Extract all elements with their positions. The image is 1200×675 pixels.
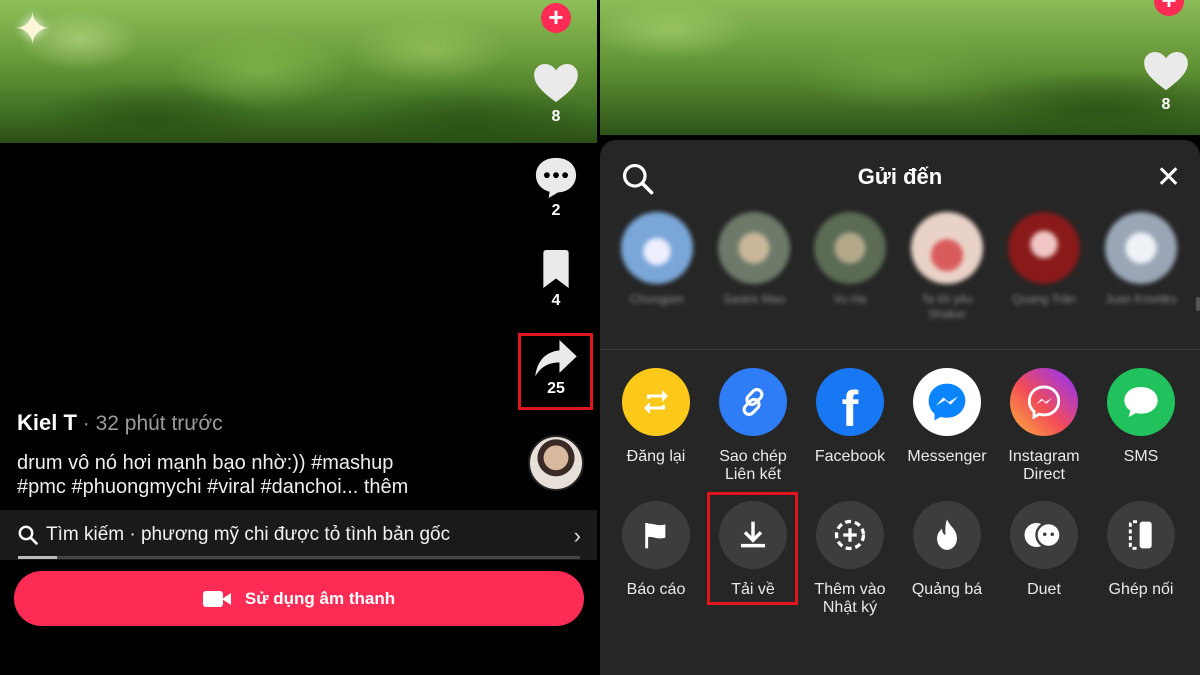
scrollbar[interactable]: [1196, 297, 1200, 311]
sound-avatar[interactable]: [528, 435, 584, 491]
comment-action[interactable]: 2: [520, 156, 592, 220]
follow-plus-button[interactable]: +: [541, 3, 571, 33]
like-count-right: 8: [1161, 96, 1171, 113]
video-caption: drum vô nó hơi mạnh bạo nhờ:)) #mashup #…: [17, 451, 497, 499]
repost-icon: [622, 368, 690, 436]
link-icon: [719, 368, 787, 436]
friend-contact[interactable]: Ta tôi yêu Shaker: [911, 212, 983, 322]
friend-contact[interactable]: Quang Trần: [1008, 212, 1080, 307]
stitch-icon: [1107, 501, 1175, 569]
repost-label: Đăng lại: [626, 448, 686, 465]
download-highlight-box: [707, 492, 798, 605]
search-icon: [18, 525, 38, 545]
repost-button[interactable]: Đăng lại: [606, 368, 706, 466]
heart-icon: [534, 64, 578, 103]
friend-contact[interactable]: Juan Kmeliks: [1105, 212, 1177, 307]
messenger-label: Messenger: [907, 448, 987, 465]
friend-avatar: [911, 212, 983, 284]
copy-link-label: Sao chép Liên kết: [719, 448, 787, 483]
duet-label: Duet: [1027, 581, 1061, 598]
add-story-icon: [816, 501, 884, 569]
video-progress-fill: [18, 556, 58, 559]
stitch-button[interactable]: Ghép nối: [1091, 501, 1191, 599]
video-camera-icon: [202, 589, 233, 609]
save-action[interactable]: 4: [520, 250, 592, 310]
caption-line-2[interactable]: #pmc #phuongmychi #viral #danchoi... thê…: [17, 475, 497, 499]
promote-label: Quảng bá: [911, 581, 983, 598]
stitch-label: Ghép nối: [1108, 581, 1174, 598]
add-to-story-label: Thêm vào Nhật ký: [814, 581, 886, 616]
instagram-direct-button[interactable]: Instagram Direct: [994, 368, 1094, 484]
video-frame-dimmed[interactable]: [600, 0, 1200, 135]
sparkle-icon: ✦: [14, 5, 51, 54]
sms-icon: [1107, 368, 1175, 436]
sms-button[interactable]: SMS: [1091, 368, 1191, 466]
sheet-title: Gửi đến: [857, 164, 943, 189]
chevron-right-icon: ›: [573, 523, 581, 548]
video-progress-bar[interactable]: [18, 556, 580, 559]
share-highlight-box: [518, 333, 593, 410]
like-count: 8: [551, 108, 561, 125]
instagram-direct-icon: [1010, 368, 1078, 436]
friend-name: Saskis Mau: [722, 292, 786, 306]
friend-name: Chongjam: [629, 292, 685, 306]
friend-avatar: [1105, 212, 1177, 284]
author-line: Kiel T · 32 phút trước: [17, 410, 223, 436]
friend-name: Vu Ha: [833, 292, 867, 306]
like-action-right[interactable]: 8: [1130, 52, 1200, 114]
messenger-button[interactable]: Messenger: [897, 368, 997, 466]
friend-avatar: [814, 212, 886, 284]
friend-avatar: [1008, 212, 1080, 284]
bookmark-icon: [543, 250, 569, 288]
friend-contact[interactable]: Chongjam: [621, 212, 693, 307]
add-to-story-button[interactable]: Thêm vào Nhật ký: [800, 501, 900, 617]
heart-icon: [1144, 52, 1188, 91]
use-sound-label: Sử dụng âm thanh: [244, 588, 396, 608]
close-icon[interactable]: ✕: [1156, 160, 1181, 195]
author-name[interactable]: Kiel T: [17, 410, 77, 435]
video-feed-panel: ✦ + 8 2 4 25 Kiel T · 32 phút trước drum…: [0, 0, 597, 675]
comment-icon: [535, 157, 577, 198]
friend-avatar: [621, 212, 693, 284]
friend-name: Quang Trần: [1012, 292, 1076, 306]
friend-name: Ta tôi yêu Shaker: [921, 292, 973, 321]
use-sound-button[interactable]: Sử dụng âm thanh: [14, 571, 584, 626]
copy-link-button[interactable]: Sao chép Liên kết: [703, 368, 803, 484]
post-time: · 32 phút trước: [76, 412, 223, 435]
report-label: Báo cáo: [626, 581, 686, 598]
facebook-icon: f: [816, 368, 884, 437]
duet-icon: [1010, 501, 1078, 569]
video-frame[interactable]: [0, 0, 597, 143]
like-action[interactable]: 8: [520, 64, 592, 126]
caption-line-1: drum vô nó hơi mạnh bạo nhờ:)) #mashup: [17, 452, 394, 474]
report-button[interactable]: Báo cáo: [606, 501, 706, 599]
promote-button[interactable]: Quảng bá: [897, 501, 997, 599]
friend-avatar: [718, 212, 790, 284]
share-sheet-panel: + 8 Gửi đến ✕ Chongjam Saskis Mau Vu Ha …: [600, 0, 1200, 675]
save-count: 4: [551, 292, 561, 309]
facebook-button[interactable]: f Facebook: [800, 368, 900, 466]
duet-button[interactable]: Duet: [994, 501, 1094, 599]
friend-contact[interactable]: Vu Ha: [814, 212, 886, 307]
facebook-label: Facebook: [814, 448, 886, 465]
flag-icon: [622, 501, 690, 569]
friend-name: Juan Kmeliks: [1105, 292, 1177, 306]
comment-count: 2: [551, 202, 561, 219]
sms-label: SMS: [1123, 448, 1159, 465]
divider: [600, 349, 1200, 350]
related-search-text: Tìm kiếm · phương mỹ chi được tỏ tình bả…: [46, 524, 451, 545]
flame-icon: [913, 501, 981, 569]
related-search-bar[interactable]: Tìm kiếm · phương mỹ chi được tỏ tình bả…: [0, 510, 597, 560]
instagram-direct-label: Instagram Direct: [1008, 448, 1080, 483]
friend-contact[interactable]: Saskis Mau: [718, 212, 790, 307]
messenger-icon: [913, 368, 981, 436]
